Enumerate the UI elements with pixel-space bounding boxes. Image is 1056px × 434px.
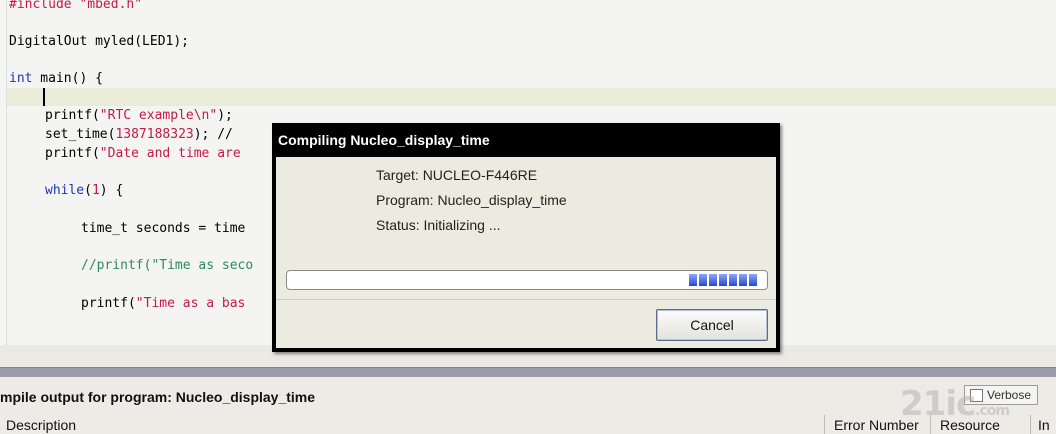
column-separator[interactable] (824, 415, 825, 434)
code-line-11: while(1) { (45, 183, 124, 198)
output-table-header: Description Error Number Resource In (0, 413, 1056, 434)
program-text: Program: Nucleo_display_time (376, 192, 567, 208)
column-in[interactable]: In (1038, 417, 1050, 433)
code-line-1: #include "mbed.h" (9, 0, 143, 12)
progress-indicator (689, 274, 757, 286)
progress-segment (729, 274, 737, 286)
editor-gutter (0, 0, 7, 345)
code-line-7: printf("RTC example\n"); (45, 108, 233, 123)
dialog-body: Target: NUCLEO-F446RE Program: Nucleo_di… (276, 157, 776, 348)
compile-output-title: mpile output for program: Nucleo_display… (0, 389, 316, 405)
current-line-highlight (7, 88, 1056, 106)
progress-bar (286, 270, 768, 290)
progress-segment (699, 274, 707, 286)
watermark-logo: 21ic.com (900, 384, 1010, 424)
code-line-9: printf("Date and time are (45, 146, 241, 161)
compile-dialog: Compiling Nucleo_display_time Target: NU… (272, 123, 780, 352)
compile-output-header: mpile output for program: Nucleo_display… (0, 377, 1056, 414)
progress-segment (719, 274, 727, 286)
code-line-17: printf("Time as a bas (81, 296, 246, 311)
progress-segment (709, 274, 717, 286)
column-description[interactable]: Description (6, 417, 76, 433)
code-line-5: int main() { (9, 71, 103, 86)
status-text: Status: Initializing ... (376, 217, 501, 233)
code-line-13: time_t seconds = time (81, 221, 246, 236)
code-line-15: //printf("Time as seco (81, 258, 254, 273)
code-line-8: set_time(1387188323); // (45, 127, 241, 142)
text-caret (43, 88, 45, 106)
cancel-button[interactable]: Cancel (656, 309, 768, 341)
dialog-divider (276, 299, 776, 300)
code-line-3: DigitalOut myled(LED1); (9, 34, 190, 49)
progress-segment (739, 274, 747, 286)
dialog-title: Compiling Nucleo_display_time (278, 132, 490, 148)
column-separator[interactable] (1030, 415, 1031, 434)
progress-segment (689, 274, 697, 286)
target-text: Target: NUCLEO-F446RE (376, 167, 538, 183)
progress-segment (749, 274, 757, 286)
